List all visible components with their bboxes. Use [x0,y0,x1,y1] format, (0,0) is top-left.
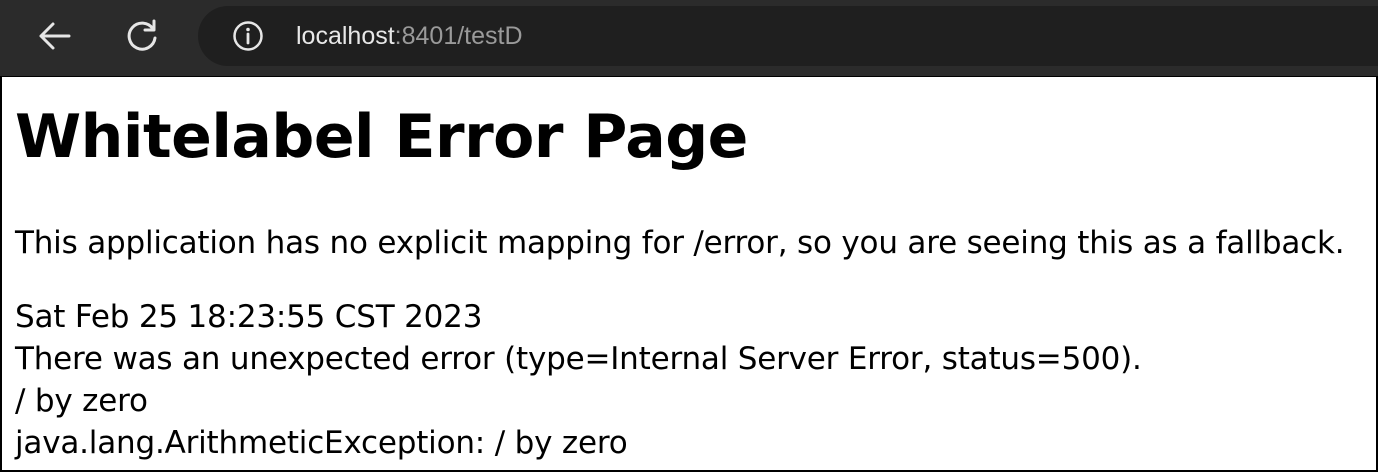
page-title: Whitelabel Error Page [15,102,748,172]
error-explanation: This application has no explicit mapping… [15,225,1345,261]
error-timestamp: Sat Feb 25 18:23:55 CST 2023 [15,299,483,335]
error-summary: There was an unexpected error (type=Inte… [15,341,1142,377]
address-bar[interactable]: localhost:8401/testD [198,6,1378,66]
url-path: :8401/testD [394,22,523,50]
error-details: Sat Feb 25 18:23:55 CST 2023 There was a… [15,296,1142,464]
back-button[interactable] [28,12,80,60]
url-text[interactable]: localhost:8401/testD [296,20,523,52]
error-message: / by zero [15,383,148,419]
browser-window: localhost:8401/testD Whitelabel Error Pa… [0,0,1378,472]
arrow-left-icon [39,22,71,50]
browser-toolbar: localhost:8401/testD [0,0,1378,76]
page-content: Whitelabel Error Page This application h… [0,76,1378,472]
error-exception: java.lang.ArithmeticException: / by zero [15,425,628,461]
url-host: localhost [296,22,395,50]
reload-button[interactable] [116,12,168,60]
site-info-button[interactable] [232,20,264,52]
reload-icon [127,19,157,51]
info-icon [233,21,263,51]
